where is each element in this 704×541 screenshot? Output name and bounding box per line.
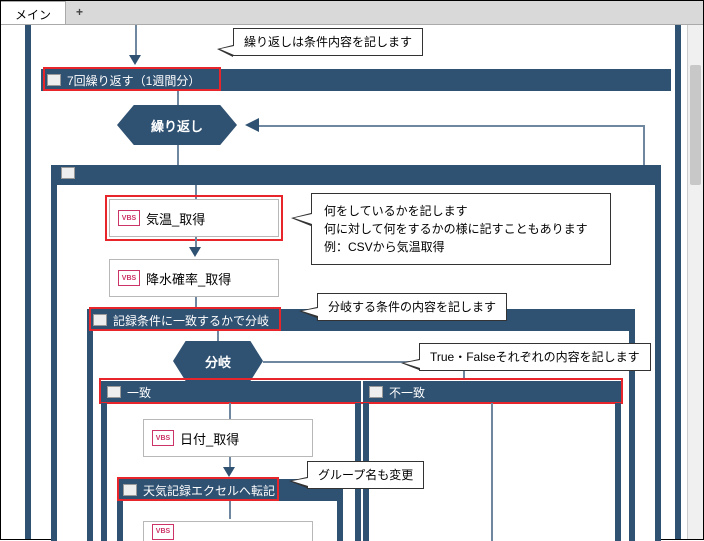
node-label: 日付_取得 <box>180 429 239 448</box>
vbs-icon: VBS <box>118 210 140 226</box>
callout-action: 何をしているかを記します 何に対して何をするかの様に記すこともあります 例：CS… <box>311 193 611 265</box>
callout-pointer-fill <box>404 360 420 368</box>
loop-rail-left <box>25 25 31 539</box>
loop-diamond-label: 繰り返し <box>151 116 203 135</box>
flow-arrow <box>177 145 179 165</box>
arrow-down-icon <box>189 247 201 257</box>
branch-true-label: 一致 <box>127 384 151 401</box>
callout-text: True・Falseそれぞれの内容を記します <box>430 350 640 364</box>
callout-group-name: グループ名も変更 <box>307 461 424 489</box>
callout-line: 例：CSVから気温取得 <box>324 238 598 256</box>
arrow-down-icon <box>223 467 235 477</box>
branch-false-label: 不一致 <box>389 384 425 401</box>
flow-canvas: 繰り返しは条件内容を記します 7回繰り返す（1週間分） 繰り返し VB <box>1 25 687 539</box>
node-partial[interactable]: VBS <box>143 521 313 541</box>
loop-header-label: 7回繰り返す（1週間分） <box>67 72 200 89</box>
flow-arrow <box>177 91 179 105</box>
loop-rail-right <box>675 25 681 539</box>
vbs-icon: VBS <box>118 270 140 286</box>
callout-repeat: 繰り返しは条件内容を記します <box>233 28 423 56</box>
vertical-scrollbar[interactable] <box>687 25 703 539</box>
tab-main[interactable]: メイン <box>1 1 66 24</box>
tab-add-button[interactable]: + <box>66 1 93 24</box>
callout-text: 分岐する条件の内容を記します <box>328 300 496 314</box>
scrollbar-thumb[interactable] <box>690 65 701 185</box>
node-temperature[interactable]: VBS 気温_取得 <box>109 199 279 237</box>
true-rail-left <box>101 403 107 541</box>
flow-arrow-back <box>253 125 643 127</box>
callout-text: 繰り返しは条件内容を記します <box>244 35 412 49</box>
branch-diamond[interactable]: 分岐 <box>173 341 263 381</box>
branch-header-label: 記録条件に一致するかで分岐 <box>113 312 269 329</box>
arrow-left-icon <box>245 118 259 132</box>
callout-line: 何をしているかを記します <box>324 202 598 220</box>
flow-arrow <box>135 25 137 59</box>
flow-arrow <box>229 403 231 419</box>
flow-arrow <box>229 501 231 519</box>
app-frame: メイン + 繰り返しは条件内容を記します 7回繰り返す（1週間分） 繰り返し <box>0 0 704 540</box>
node-chip-icon <box>107 386 121 398</box>
flow-arrow <box>195 185 197 199</box>
callout-pointer-fill <box>220 46 234 55</box>
false-rail-right <box>615 403 621 541</box>
callout-branch-condition: 分岐する条件の内容を記します <box>317 293 507 321</box>
group-rail-right <box>337 501 343 541</box>
node-chip-icon <box>61 167 75 179</box>
callout-pointer-fill <box>294 214 312 224</box>
group-transfer-label: 天気記録エクセルへ転記 <box>143 482 275 499</box>
branch-diamond-label: 分岐 <box>205 352 231 371</box>
loop-header-bar[interactable]: 7回繰り返す（1週間分） <box>41 69 671 91</box>
node-chip-icon <box>123 484 137 496</box>
node-chip-icon <box>369 386 383 398</box>
flow-arrow <box>491 403 493 541</box>
callout-text: グループ名も変更 <box>318 468 413 482</box>
node-chip-icon <box>47 74 61 86</box>
node-chip-icon <box>93 314 107 326</box>
vbs-icon: VBS <box>152 430 174 446</box>
flow-arrow <box>217 331 219 341</box>
callout-branch-values: True・Falseそれぞれの内容を記します <box>419 343 651 371</box>
callout-line: 何に対して何をするかの様に記すこともあります <box>324 220 598 238</box>
arrow-down-icon <box>129 55 141 65</box>
vbs-icon: VBS <box>152 524 174 540</box>
group-rail-left <box>117 501 123 541</box>
flow-arrow <box>195 297 197 309</box>
node-rain[interactable]: VBS 降水確率_取得 <box>109 259 279 297</box>
callout-pointer-fill <box>292 478 308 486</box>
branch-false-bar[interactable]: 不一致 <box>363 381 621 403</box>
callout-pointer-fill <box>302 308 318 316</box>
branch-true-bar[interactable]: 一致 <box>101 381 361 403</box>
tab-bar: メイン + <box>1 1 703 25</box>
branch-rail-left <box>87 331 93 541</box>
node-label: 気温_取得 <box>146 209 205 228</box>
loop-diamond[interactable]: 繰り返し <box>117 105 237 145</box>
node-label: 降水確率_取得 <box>146 269 231 288</box>
node-date[interactable]: VBS 日付_取得 <box>143 419 313 457</box>
